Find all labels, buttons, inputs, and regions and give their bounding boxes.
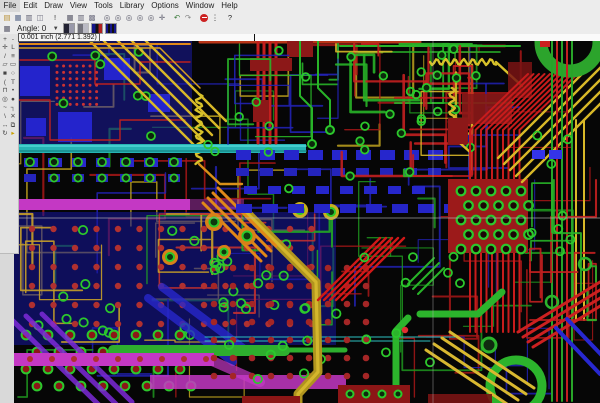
menu-item-file[interactable]: File [0, 0, 20, 12]
angle-dropdown-icon[interactable]: ▼ [53, 26, 59, 32]
zoom-full-icon[interactable]: ◎ [135, 13, 145, 22]
highlight-tool[interactable]: ▸ [9, 130, 17, 139]
trace-tool[interactable]: ~ [1, 104, 9, 113]
pin-tool[interactable]: • [9, 87, 17, 96]
line-tool[interactable]: / [1, 53, 9, 62]
delete-tool[interactable]: ✕ [9, 113, 17, 122]
coordinate-readout: 0.001 inch (2.771 1.392) [18, 33, 100, 42]
pin-icon[interactable]: ! [50, 13, 60, 22]
menu-item-tools[interactable]: Tools [91, 0, 117, 12]
via-tool[interactable]: ◎ [1, 96, 9, 105]
command-input-caret[interactable] [254, 34, 255, 41]
zoom-out-tool[interactable]: - [9, 36, 17, 45]
ruler-tool[interactable]: L [9, 44, 17, 53]
bus-tool[interactable]: ≡ [9, 53, 17, 62]
toolbar-separator [194, 13, 198, 22]
status-command-row: 0.001 inch (2.771 1.392) [18, 33, 600, 42]
menu-item-draw[interactable]: Draw [41, 0, 67, 12]
text-tool[interactable]: T [9, 79, 17, 88]
zoom-prev-icon[interactable]: ◎ [146, 13, 156, 22]
zoom-window-icon[interactable]: ◎ [124, 13, 134, 22]
layers-icon[interactable]: ▩ [87, 13, 97, 22]
snap-grid-icon[interactable]: ▦ [2, 24, 12, 33]
autoroute-tool[interactable]: \ [1, 113, 9, 122]
route-tool[interactable]: ┐ [9, 104, 17, 113]
pcb-editor-window: File Edit Draw View Tools Library Options Windo… [0, 0, 600, 403]
stop-icon[interactable] [200, 13, 208, 22]
tool-palette: ↖□+-✛L/≡▱▭■○(T⊓•◎●~┐\✕↔⧉↻▸ [0, 26, 19, 254]
menu-item-window[interactable]: Window [182, 0, 217, 12]
open-icon[interactable]: ▤ [2, 13, 12, 22]
more-icon[interactable]: ⋮ [210, 13, 220, 22]
menu-item-view[interactable]: View [66, 0, 90, 12]
angle-label: Angle: [17, 24, 40, 33]
undo-icon[interactable]: ↶ [172, 13, 182, 22]
main-toolbar: ▤ ▦ ▥ ◫! ▦ ▥ ▩ ◎ ◎ ◎ ◎ ◎ ✛ ↶ ↷ ⋮? [0, 12, 600, 23]
component-tool[interactable]: ⊓ [1, 87, 9, 96]
move-tool[interactable]: ↔ [1, 122, 9, 131]
pan-tool[interactable]: ✛ [1, 44, 9, 53]
zoom-out-icon[interactable]: ◎ [113, 13, 123, 22]
menu-item-library[interactable]: Library [116, 0, 147, 12]
menu-item-edit[interactable]: Edit [20, 0, 41, 12]
menu-item-options[interactable]: Options [148, 0, 183, 12]
pads-icon[interactable]: ▥ [76, 13, 86, 22]
circle-tool[interactable]: ○ [9, 70, 17, 79]
layer-visibility-button[interactable] [104, 23, 117, 34]
pcb-canvas[interactable] [14, 41, 600, 403]
polygon-tool[interactable]: ▱ [1, 61, 9, 70]
redo-icon[interactable]: ↷ [183, 13, 193, 22]
copy-tool[interactable]: ⧉ [9, 122, 17, 131]
filled-rect-tool[interactable]: ■ [1, 70, 9, 79]
rect-tool[interactable]: ▭ [9, 61, 17, 70]
grid-icon[interactable]: ▦ [65, 13, 75, 22]
pan-icon[interactable]: ✛ [157, 13, 167, 22]
pcb-artwork [14, 41, 600, 403]
pad-tool[interactable]: ● [9, 96, 17, 105]
plot-icon[interactable]: ◫ [35, 13, 45, 22]
arc-tool[interactable]: ( [1, 79, 9, 88]
rotate-tool[interactable]: ↻ [1, 130, 9, 139]
menu-item-help[interactable]: Help [218, 0, 241, 12]
zoom-in-icon[interactable]: ◎ [102, 13, 112, 22]
print-icon[interactable]: ▥ [24, 13, 34, 22]
save-icon[interactable]: ▦ [13, 13, 23, 22]
help-icon[interactable]: ? [225, 13, 235, 22]
angle-value: 0 [41, 24, 47, 33]
zoom-in-tool[interactable]: + [1, 36, 9, 45]
